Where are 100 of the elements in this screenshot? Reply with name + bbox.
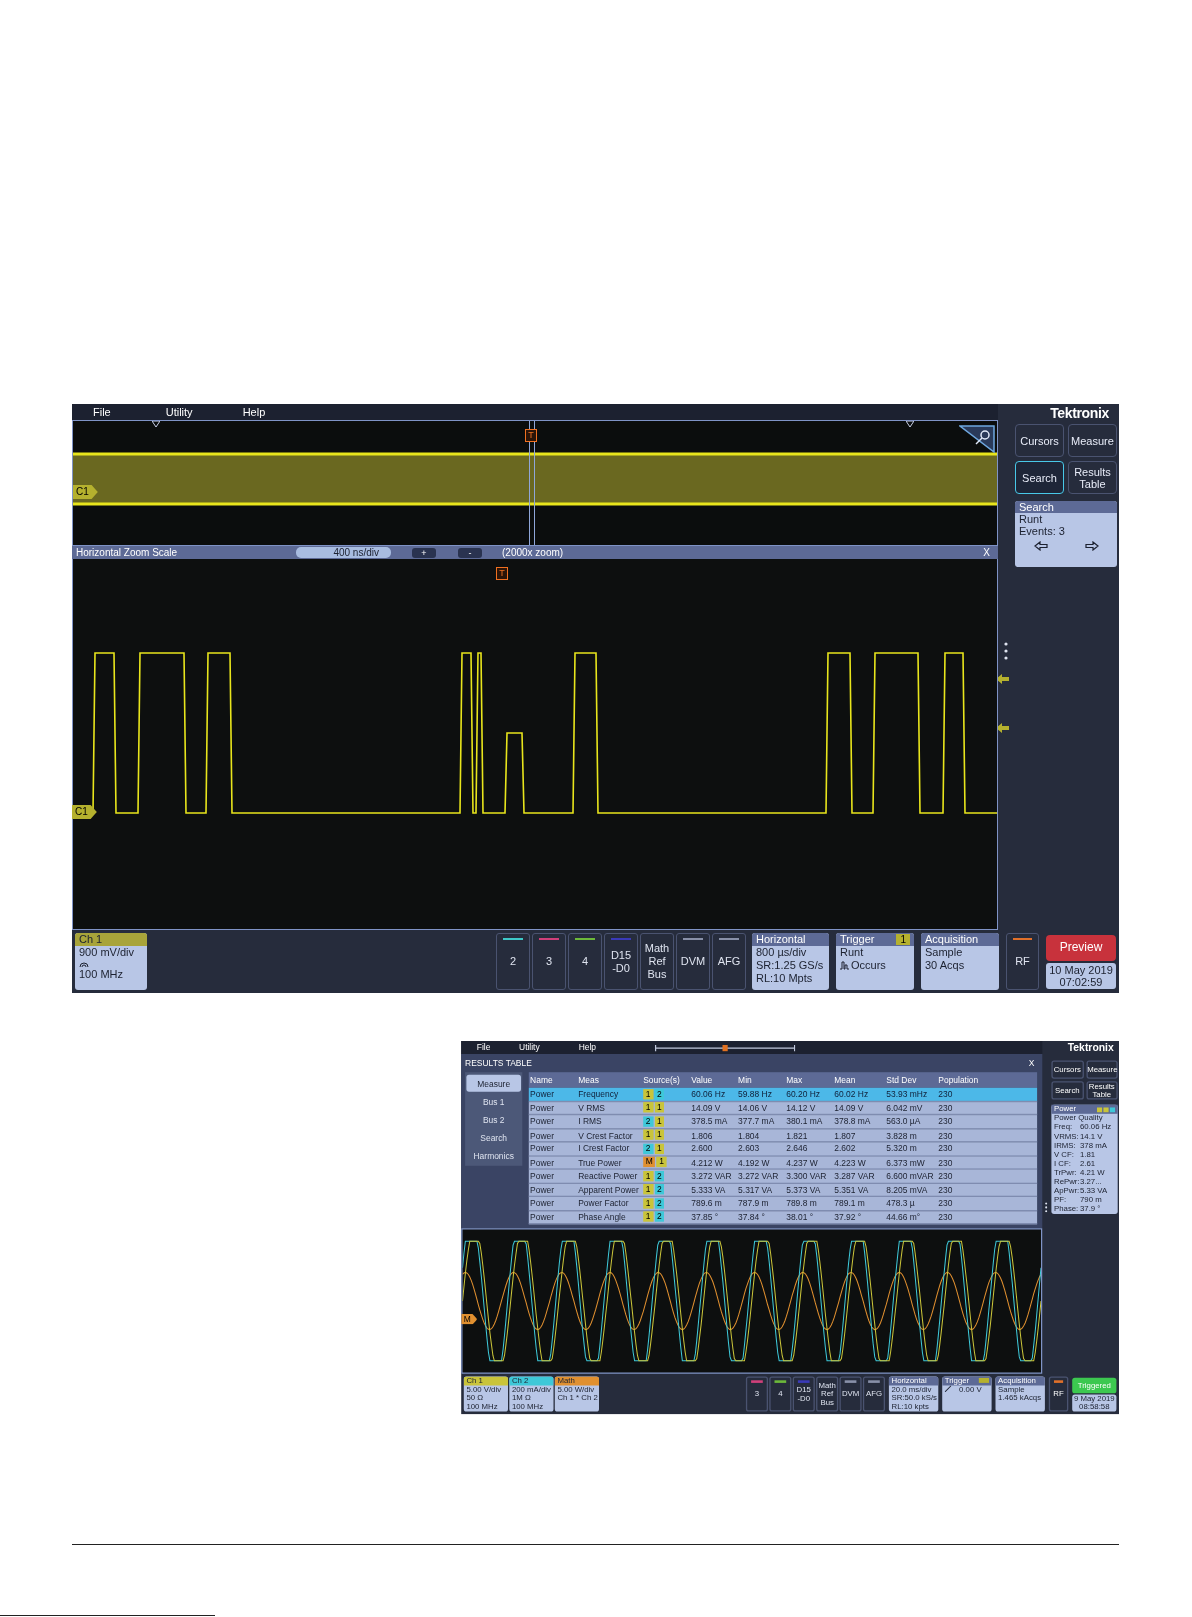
zoom-out-button[interactable]: -: [458, 547, 482, 558]
side-button[interactable]: Cursors: [1015, 424, 1064, 457]
channel-button[interactable]: 4: [568, 933, 602, 990]
trigger-source-badge: 1: [896, 934, 910, 945]
channel-button[interactable]: AFG: [712, 933, 746, 990]
button-label: 2: [509, 955, 517, 968]
source-badge: 1: [654, 1102, 665, 1113]
table-cell-text: Power: [529, 1171, 556, 1181]
zoom-in-button[interactable]: +: [412, 547, 436, 558]
table-cell-text: 378.8 mA: [833, 1116, 872, 1127]
table-row[interactable]: Power Frequency 1 2 60.06 Hz 59.88 Hz 60.20 Hz 60.02 Hz 53.93 mHz 230: [528, 1087, 1038, 1102]
channel-marker[interactable]: C1: [72, 805, 97, 819]
menu-item[interactable]: Help: [578, 1042, 597, 1053]
table-cell-text: 6.042 mV: [885, 1102, 924, 1113]
table-cell-text: 60.02 Hz: [833, 1089, 870, 1099]
table-cell-text: 563.0 µA: [885, 1116, 922, 1127]
more-icon[interactable]: [1003, 641, 1008, 660]
panel-title: Acquisition: [925, 933, 979, 946]
trigger-marker[interactable]: T: [525, 429, 537, 442]
table-cell-text: Power: [529, 1143, 556, 1154]
close-button[interactable]: X: [1028, 1058, 1035, 1068]
close-button[interactable]: X: [983, 546, 990, 559]
source-badge: 1: [643, 1197, 654, 1209]
channel-button[interactable]: Math Ref Bus: [640, 933, 674, 990]
status-panel[interactable]: Horizontal 800 µs/div SR:1.25 GS/s RL:10 Mpts: [752, 933, 829, 990]
column-header[interactable]: Source(s): [641, 1075, 690, 1085]
table-cell-text: 4.212 W: [690, 1157, 724, 1168]
table-cell-text: 14.12 V: [785, 1102, 817, 1113]
menu-item[interactable]: File: [93, 403, 111, 421]
source-badge: 1: [643, 1184, 654, 1195]
column-header[interactable]: Max: [784, 1075, 833, 1085]
trigger-marker[interactable]: T: [496, 567, 508, 580]
table-cell-text: Phase Angle: [577, 1211, 627, 1222]
button-label: -D0: [612, 961, 630, 975]
column-header[interactable]: Min: [736, 1075, 785, 1085]
nav-tab[interactable]: Bus 1: [466, 1093, 521, 1110]
table-cell-text: 5.317 VA: [737, 1184, 774, 1195]
table-cell-text: Power: [529, 1089, 556, 1099]
nav-tab[interactable]: Bus 2: [466, 1111, 521, 1129]
source-badge: 2: [643, 1143, 654, 1154]
channel-button[interactable]: 2: [496, 933, 530, 990]
table-row[interactable]: Power I Crest Factor 2 1 2.600 2.603 2.646 2.602 5.320 m 230: [528, 1142, 1038, 1157]
channel-marker[interactable]: C1: [73, 485, 98, 499]
table-row[interactable]: Power Reactive Power 1 2 3.272 VAR 3.272 VAR 3.300 VAR 3.287 VAR 6.600 mVAR 230: [528, 1169, 1038, 1184]
column-header[interactable]: Population: [937, 1075, 1038, 1085]
nav-tab[interactable]: Measure: [466, 1074, 521, 1092]
channel-button[interactable]: DVM: [676, 933, 710, 990]
channel-button[interactable]: 3: [532, 933, 566, 990]
table-row[interactable]: Power True Power M 1 4.212 W 4.192 W 4.237 W 4.223 W 6.373 mW 230: [528, 1156, 1038, 1170]
more-icon[interactable]: [1044, 1202, 1048, 1213]
level-arrow-icon: [996, 722, 1009, 733]
menu-item[interactable]: Utility: [165, 403, 193, 421]
table-cell-text: 14.09 V: [833, 1102, 865, 1113]
zoom-icon[interactable]: [959, 425, 995, 453]
source-badge: 1: [654, 1116, 665, 1127]
table-cell-text: 2.602: [833, 1143, 857, 1154]
table-row[interactable]: Power V Crest Factor 1 1 1.806 1.804 1.821 1.807 3.828 m 230: [528, 1128, 1038, 1143]
panel-value: RL:10 Mpts: [756, 972, 813, 985]
table-cell-text: 6.600 mVAR: [885, 1171, 935, 1181]
side-button[interactable]: Measure: [1068, 424, 1117, 457]
table-row[interactable]: Power Power Factor 1 2 789.6 m 787.9 m 789.8 m 789.1 m 478.3 µ 230: [528, 1197, 1038, 1211]
nav-tab[interactable]: Harmonics: [466, 1147, 521, 1165]
source-badge: 1: [654, 1143, 665, 1154]
math-marker[interactable]: M: [461, 1314, 478, 1325]
table-cell-text: 3.272 VAR: [737, 1171, 780, 1181]
menu-item[interactable]: Help: [242, 403, 266, 421]
status-panel[interactable]: Trigger 1 Runt Occurs: [836, 933, 914, 990]
source-badge: 1: [654, 1129, 665, 1141]
nav-tab[interactable]: Search: [466, 1129, 521, 1147]
side-button[interactable]: Results Table: [1068, 461, 1117, 494]
column-header[interactable]: Name: [528, 1075, 577, 1085]
source-badge: 1: [643, 1102, 654, 1113]
table-cell-text: 230: [937, 1130, 954, 1140]
table-cell-text: 44.66 m°: [885, 1211, 922, 1222]
table-cell-text: 4.237 W: [785, 1157, 819, 1168]
column-header[interactable]: Meas: [576, 1075, 642, 1085]
table-cell-text: V Crest Factor: [577, 1130, 634, 1140]
table-cell-text: 6.373 mW: [885, 1157, 926, 1168]
table-cell-text: 3.272 VAR: [690, 1171, 733, 1181]
rf-button[interactable]: RF: [1006, 933, 1039, 990]
menu-item[interactable]: Utility: [519, 1042, 540, 1053]
zoom-scale-field[interactable]: 400 ns/div: [296, 547, 391, 558]
channel-button[interactable]: D15 -D0: [604, 933, 638, 990]
button-label: D15: [610, 948, 632, 962]
column-header[interactable]: Std Dev: [885, 1075, 937, 1085]
source-badge: 2: [643, 1116, 654, 1127]
column-header[interactable]: Value: [690, 1075, 737, 1085]
channel-badge[interactable]: Ch 1 900 mV/div 100 MHz: [75, 933, 147, 990]
column-header[interactable]: Mean: [833, 1075, 885, 1085]
right-arrow-icon[interactable]: [1084, 541, 1099, 551]
table-row[interactable]: Power I RMS 2 1 378.5 mA 377.7 mA 380.1 mA 378.8 mA 563.0 µA 230: [528, 1115, 1038, 1129]
table-cell-text: 378.5 mA: [690, 1116, 729, 1127]
preview-button[interactable]: Preview: [1046, 934, 1116, 961]
source-badge: 1: [643, 1211, 654, 1223]
status-panel[interactable]: Acquisition Sample 30 Acqs: [921, 933, 999, 990]
side-button[interactable]: Search: [1015, 461, 1064, 494]
left-arrow-icon[interactable]: [1033, 541, 1048, 551]
menu-item[interactable]: File: [476, 1042, 491, 1053]
table-cell-text: 230: [937, 1184, 954, 1195]
table-cell-text: Reactive Power: [577, 1171, 639, 1181]
